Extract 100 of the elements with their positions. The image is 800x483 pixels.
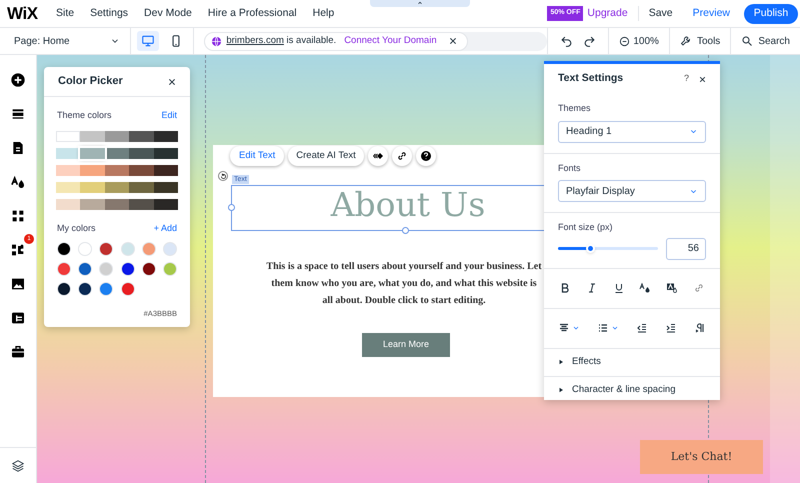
menu-item[interactable]: Help	[304, 6, 342, 22]
collapsible-section[interactable]: Effects	[544, 348, 720, 376]
create-ai-text-button[interactable]: Create AI Text	[288, 146, 364, 166]
color-swatch[interactable]	[154, 148, 178, 158]
puzzle-icon	[10, 242, 26, 258]
preview-button[interactable]: Preview	[682, 6, 740, 22]
desktop-view-icon	[141, 34, 156, 48]
underline-icon	[612, 282, 625, 294]
panel-title: Text Settings	[558, 71, 624, 86]
edit-text-button[interactable]: Edit Text	[230, 146, 284, 166]
color-swatch[interactable]	[129, 164, 154, 176]
color-swatch[interactable]	[129, 198, 154, 210]
close-icon	[699, 76, 706, 82]
domain-message: brimbers.com is available.	[226, 34, 336, 48]
color-swatch[interactable]	[129, 130, 154, 142]
chevron-up-icon	[416, 0, 424, 6]
color-swatch[interactable]	[56, 182, 80, 192]
close-icon	[448, 37, 457, 45]
color-swatch[interactable]	[104, 164, 130, 176]
apps-grid-icon	[10, 208, 26, 224]
highlight-icon	[666, 282, 678, 294]
section-label: My colors	[57, 222, 96, 235]
color-swatch[interactable]	[154, 164, 178, 176]
upgrade-link[interactable]: Upgrade	[587, 6, 639, 22]
menu-item[interactable]: Dev Mode	[136, 6, 200, 22]
tools-icon	[680, 35, 692, 47]
color-swatch[interactable]	[56, 148, 80, 158]
slider-thumb[interactable]	[586, 244, 595, 253]
color-swatch[interactable]	[104, 182, 130, 192]
help-button[interactable]: ?	[684, 72, 689, 86]
paint-drop-icon	[10, 174, 26, 190]
table-icon	[10, 310, 26, 326]
increase-indent-icon	[665, 322, 677, 334]
color-swatch[interactable]	[80, 148, 105, 158]
redo-button[interactable]	[583, 34, 596, 48]
search-button[interactable]: Search	[731, 28, 800, 54]
text-direction-button[interactable]	[694, 321, 706, 335]
connect-domain-link[interactable]: Connect Your Domain	[344, 34, 437, 48]
animation-icon	[372, 150, 384, 162]
highlight-button[interactable]	[665, 281, 680, 295]
color-swatch[interactable]	[129, 182, 154, 192]
collapsible-section[interactable]: Character & line spacing	[544, 376, 720, 400]
link-icon	[396, 150, 408, 162]
learn-more-button[interactable]: Learn More	[362, 333, 450, 357]
globe-icon	[211, 36, 222, 46]
color-swatch[interactable]	[80, 164, 105, 176]
color-swatch[interactable]	[56, 198, 80, 210]
text-color-button[interactable]	[638, 281, 652, 295]
desktop-view-button[interactable]	[137, 31, 160, 51]
close-button[interactable]	[168, 78, 176, 86]
color-swatch[interactable]	[80, 130, 105, 142]
decrease-indent-button[interactable]	[636, 321, 648, 335]
font-size-slider[interactable]	[558, 247, 658, 250]
panel-title: Color Picker	[58, 74, 123, 90]
menu-item[interactable]: Site	[48, 6, 82, 22]
zoom-button[interactable]: 100%	[609, 28, 670, 54]
bullet-list-icon	[597, 322, 609, 334]
color-swatch[interactable]	[80, 182, 105, 192]
text-color-icon	[639, 282, 652, 294]
undo-button[interactable]	[560, 34, 574, 48]
save-button[interactable]: Save	[638, 6, 683, 22]
color-swatch[interactable]	[154, 198, 178, 210]
text-direction-icon	[694, 322, 706, 334]
chevron-down-icon	[611, 324, 619, 332]
page-dropdown[interactable]: Page: Home	[0, 28, 132, 54]
font-dropdown[interactable]: Playfair Display	[558, 180, 706, 202]
help-icon	[420, 150, 432, 162]
add-color-link[interactable]: + Add	[154, 222, 177, 235]
color-swatch[interactable]	[129, 148, 154, 158]
menu-item[interactable]: Settings	[82, 6, 136, 22]
bold-icon	[559, 282, 571, 294]
font-size-field[interactable]: 56	[666, 238, 706, 260]
menu-item[interactable]: Hire a Professional	[200, 6, 305, 22]
edit-link[interactable]: Edit	[161, 109, 177, 122]
body-text: This is a space to tell users about yourself and your business. Let them know who you are, what you do, and what this website is all about. Double click to start editing.	[266, 260, 542, 308]
color-swatch[interactable]	[154, 182, 178, 192]
field-label: Fonts	[558, 162, 582, 174]
color-swatch[interactable]	[80, 198, 105, 210]
tools-button[interactable]: Tools	[670, 28, 732, 54]
briefcase-icon	[10, 344, 26, 360]
heading: About Us	[330, 187, 486, 223]
publish-button[interactable]: Publish	[744, 4, 798, 24]
logo[interactable]: WiX	[0, 0, 48, 26]
color-swatch[interactable]	[104, 130, 130, 142]
color-swatch[interactable]	[56, 130, 80, 142]
chevron-down-icon	[572, 324, 580, 332]
close-button[interactable]	[699, 76, 706, 82]
layers-icon	[11, 458, 25, 472]
rotate-handle-icon	[220, 172, 226, 180]
close-icon	[168, 78, 176, 86]
redo-icon	[583, 34, 596, 48]
color-swatch[interactable]	[154, 130, 178, 142]
chat-button[interactable]: Let's Chat!	[640, 440, 763, 474]
color-swatch[interactable]	[104, 198, 130, 210]
theme-dropdown[interactable]: Heading 1	[558, 120, 706, 142]
close-button[interactable]	[448, 37, 457, 45]
field-label: Font size (px)	[558, 221, 614, 234]
increase-indent-button[interactable]	[665, 321, 677, 335]
color-swatch[interactable]	[56, 164, 80, 176]
add-icon	[10, 72, 26, 88]
